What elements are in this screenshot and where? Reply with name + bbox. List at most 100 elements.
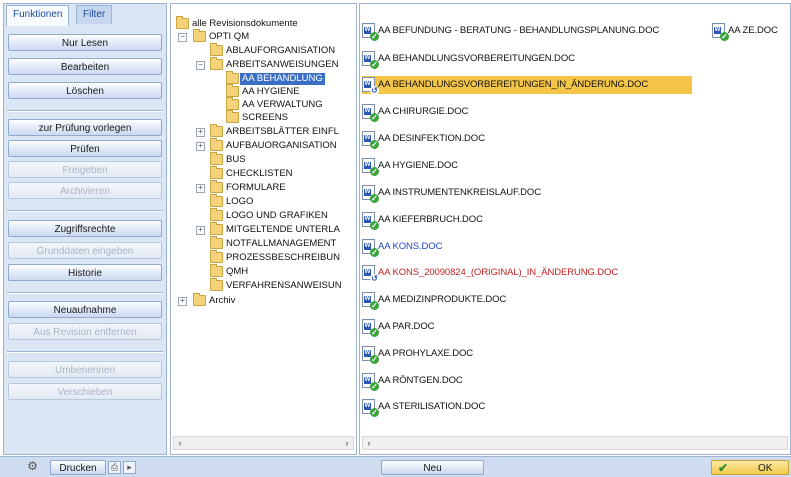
scroll-left-icon[interactable]: ‹	[174, 437, 186, 449]
checkmark-icon: ✔	[718, 461, 729, 475]
function-panel: Funktionen Filter Nur Lesen Bearbeiten L…	[3, 3, 167, 455]
file-item[interactable]: W ✓ AA RÖNTGEN.DOC	[362, 372, 707, 391]
tree-item-opti-qm[interactable]: − OPTI QM	[176, 29, 356, 43]
tree-item-verfahrensanweisungen[interactable]: VERFAHRENSANWEISUN	[176, 278, 356, 292]
tree-item-label: ABLAUFORGANISATION	[226, 45, 336, 56]
tree-item-label: OPTI QM	[209, 31, 250, 42]
edit-button[interactable]: Bearbeiten	[8, 58, 162, 75]
expand-icon[interactable]: +	[196, 128, 205, 137]
tree-item-aa-verwaltung[interactable]: AA VERWALTUNG	[176, 97, 356, 111]
ok-button[interactable]: ✔ OK	[711, 460, 789, 475]
word-document-icon: W ✓	[362, 131, 379, 149]
printer-icon[interactable]: ⎙	[108, 461, 121, 474]
file-item[interactable]: W ✓ AA PAR.DOC	[362, 318, 707, 337]
tree-item-logo[interactable]: LOGO	[176, 194, 356, 208]
new-button[interactable]: Neu	[381, 460, 484, 475]
file-item[interactable]: W ✓ AA KONS.DOC	[362, 238, 707, 257]
folder-icon	[210, 180, 223, 193]
file-item[interactable]: W ✓ AA CHIRURGIE.DOC	[362, 103, 707, 122]
file-item[interactable]: W ✓ AA MEDIZINPRODUKTE.DOC	[362, 291, 707, 310]
tree-item-checklisten[interactable]: CHECKLISTEN	[176, 166, 356, 180]
folder-icon	[210, 138, 223, 151]
settings-gear-icon[interactable]: ⚙	[26, 460, 39, 474]
expand-icon[interactable]: +	[178, 297, 187, 306]
file-name: AA BEHANDLUNGSVORBEREITUNGEN_IN_ÄNDERUNG…	[378, 79, 649, 90]
word-document-icon: W ✓	[362, 23, 379, 41]
read-only-button[interactable]: Nur Lesen	[8, 34, 162, 51]
tree-item-ablauforganisation[interactable]: ABLAUFORGANISATION	[176, 43, 356, 57]
enter-master-data-button[interactable]: Grunddaten eingeben	[8, 242, 162, 259]
expand-icon[interactable]: +	[196, 184, 205, 193]
file-item[interactable]: W ✓ AA HYGIENE.DOC	[362, 157, 707, 176]
folder-icon	[210, 43, 223, 56]
history-button[interactable]: Historie	[8, 264, 162, 281]
file-item[interactable]: W ✓ AA KIEFERBRUCH.DOC	[362, 211, 707, 230]
tree-item-prozessbeschreibungen[interactable]: PROZESSBESCHREIBUN	[176, 250, 356, 264]
folder-icon	[210, 278, 223, 291]
tree-item-label: LOGO	[226, 196, 254, 207]
folder-tree[interactable]: alle Revisionsdokumente − OPTI QM ABLAUF…	[170, 3, 357, 455]
tree-item-mitgeltende-unterlagen[interactable]: + MITGELTENDE UNTERLA	[176, 222, 356, 236]
expand-icon[interactable]: +	[196, 142, 205, 151]
access-rights-button[interactable]: Zugriffsrechte	[8, 220, 162, 237]
file-item[interactable]: W ✓ AA STERILISATION.DOC	[362, 398, 707, 417]
remove-from-revision-button[interactable]: Aus Revision entfernen	[8, 323, 162, 340]
tree-item-formulare[interactable]: + FORMULARE	[176, 180, 356, 194]
rename-button[interactable]: Umbenennen	[8, 361, 162, 378]
file-item[interactable]: W ✓ AA BEFUNDUNG - BERATUNG - BEHANDLUNGSP…	[362, 22, 707, 41]
file-name: AA CHIRURGIE.DOC	[378, 106, 469, 117]
word-document-icon: W ↺	[362, 77, 379, 95]
word-document-icon: W ✓	[362, 212, 379, 230]
print-button[interactable]: Drucken	[50, 460, 106, 475]
tree-item-aa-hygiene[interactable]: AA HYGIENE	[176, 84, 356, 98]
file-horizontal-scrollbar[interactable]: ‹	[362, 436, 788, 450]
file-name: AA BEHANDLUNGSVORBEREITUNGEN.DOC	[378, 53, 575, 64]
tab-functions[interactable]: Funktionen	[6, 5, 70, 26]
file-list[interactable]: W ✓ AA BEFUNDUNG - BERATUNG - BEHANDLUNGSP…	[359, 3, 791, 455]
tree-item-screens[interactable]: SCREENS	[176, 110, 356, 124]
tree-item-bus[interactable]: BUS	[176, 152, 356, 166]
file-item[interactable]: W ✓ AA BEHANDLUNGSVORBEREITUNGEN.DOC	[362, 50, 707, 69]
print-options-icon[interactable]: ▸	[123, 461, 136, 474]
tree-item-arbeitsblaetter[interactable]: + ARBEITSBLÄTTER EINFL	[176, 124, 356, 138]
word-document-icon: W ↺	[362, 265, 379, 283]
release-button[interactable]: Freigeben	[8, 161, 162, 178]
file-item[interactable]: W ✓ AA INSTRUMENTENKREISLAUF.DOC	[362, 184, 707, 203]
archive-button[interactable]: Archivieren	[8, 182, 162, 199]
submit-for-review-button[interactable]: zur Prüfung vorlegen	[8, 119, 162, 136]
word-document-icon: W ✓	[362, 185, 379, 203]
tree-item-logo-und-grafiken[interactable]: LOGO UND GRAFIKEN	[176, 208, 356, 222]
file-item[interactable]: W ↺ AA KONS_20090824_(ORIGINAL)_IN_ÄNDERUN…	[362, 264, 707, 283]
file-name: AA INSTRUMENTENKREISLAUF.DOC	[378, 187, 541, 198]
panel-tabs: Funktionen Filter	[4, 4, 168, 26]
tree-item-notfallmanagement[interactable]: NOTFALLMANAGEMENT	[176, 236, 356, 250]
file-name: AA KONS.DOC	[378, 241, 443, 252]
tree-item-archiv[interactable]: + Archiv	[176, 293, 356, 307]
new-record-button[interactable]: Neuaufnahme	[8, 301, 162, 318]
collapse-icon[interactable]: −	[178, 33, 187, 42]
folder-icon	[193, 29, 206, 42]
file-name: AA HYGIENE.DOC	[378, 160, 458, 171]
file-item[interactable]: W ✓ AA PROHYLAXE.DOC	[362, 345, 707, 364]
tree-item-qmh[interactable]: QMH	[176, 264, 356, 278]
file-item[interactable]: W ↺ AA BEHANDLUNGSVORBEREITUNGEN_IN_ÄNDERU…	[362, 76, 692, 95]
tree-item-label: VERFAHRENSANWEISUN	[226, 280, 342, 291]
file-name: AA DESINFEKTION.DOC	[378, 133, 485, 144]
tree-item-aa-behandlung[interactable]: AA BEHANDLUNG	[176, 71, 356, 85]
collapse-icon[interactable]: −	[196, 61, 205, 70]
scroll-right-icon[interactable]: ›	[341, 437, 353, 449]
tree-horizontal-scrollbar[interactable]: ‹ ›	[173, 436, 354, 450]
tree-item-aufbauorganisation[interactable]: + AUFBAUORGANISATION	[176, 138, 356, 152]
tree-item-arbeitsanweisungen[interactable]: − ARBEITSANWEISUNGEN	[176, 57, 356, 71]
file-name: AA PROHYLAXE.DOC	[378, 348, 474, 359]
review-button[interactable]: Prüfen	[8, 140, 162, 157]
expand-icon[interactable]: +	[196, 226, 205, 235]
divider	[7, 210, 163, 212]
file-item[interactable]: W ✓ AA DESINFEKTION.DOC	[362, 130, 707, 149]
file-item[interactable]: W ✓ AA ZE.DOC	[712, 22, 790, 41]
move-button[interactable]: Verschieben	[8, 383, 162, 400]
delete-button[interactable]: Löschen	[8, 82, 162, 99]
tree-item-label: BUS	[226, 154, 246, 165]
scroll-left-icon[interactable]: ‹	[363, 437, 375, 449]
tab-filter[interactable]: Filter	[76, 5, 113, 24]
